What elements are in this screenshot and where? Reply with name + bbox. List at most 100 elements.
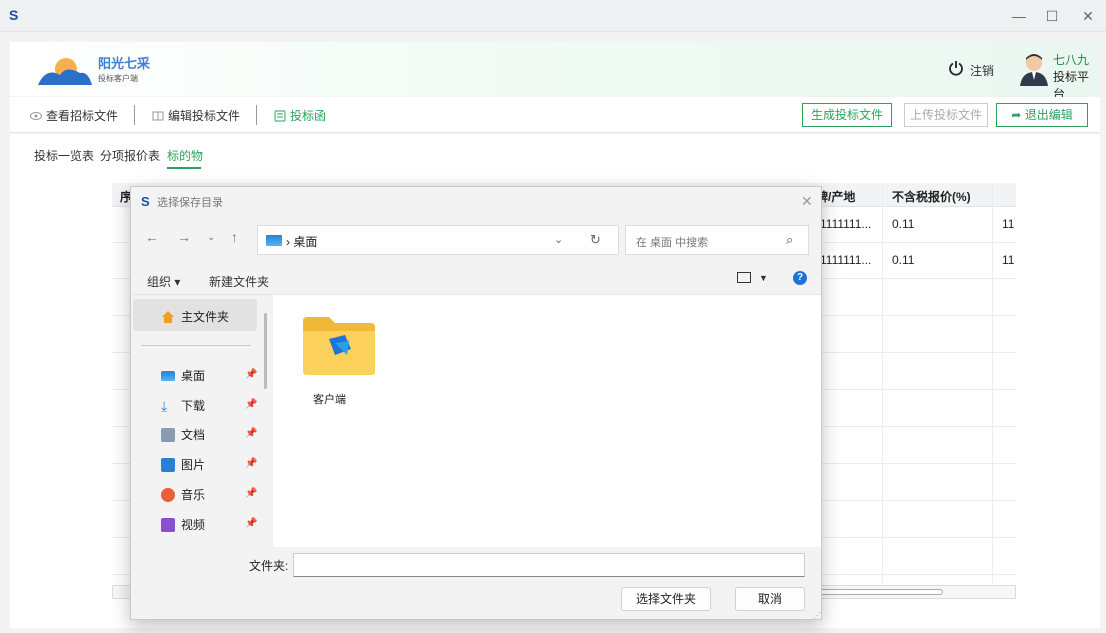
desktop-folder-icon: [266, 235, 282, 246]
document-icon: [161, 427, 175, 442]
pin-icon[interactable]: 📌: [245, 369, 257, 380]
pin-icon[interactable]: 📌: [245, 399, 257, 410]
nav-item-pictures[interactable]: 图片: [161, 456, 205, 473]
folder-name-input[interactable]: [293, 553, 805, 577]
nav-item-label: 桌面: [181, 369, 206, 383]
maximize-button[interactable]: ☐: [1042, 6, 1062, 26]
exit-edit-label: 退出编辑: [1024, 108, 1073, 122]
avatar[interactable]: [1018, 52, 1050, 86]
upload-bid-file-button[interactable]: 上传投标文件: [904, 103, 988, 127]
nav-item-music[interactable]: 音乐: [161, 486, 205, 503]
organize-menu[interactable]: 组织 ▾: [147, 273, 180, 290]
table-cell: 1111111...: [820, 217, 872, 231]
tab-itemized-quote[interactable]: 分项报价表: [100, 147, 160, 164]
tab-view-tender-file[interactable]: 查看招标文件: [30, 107, 118, 124]
nav-item-desktop[interactable]: 桌面: [161, 367, 205, 384]
address-current: 桌面: [293, 235, 318, 249]
folder-icon[interactable]: [301, 315, 377, 377]
dialog-title: 选择保存目录: [157, 197, 223, 209]
brand-name: 阳光七采: [98, 56, 151, 71]
folder-field-label: 文件夹:: [249, 559, 289, 573]
nav-item-downloads[interactable]: ⤓ 下载: [161, 397, 205, 414]
table-cell: 1111111...: [820, 253, 872, 267]
user-name: 七八九: [1053, 53, 1090, 67]
folder-name[interactable]: 客户端: [313, 391, 346, 407]
pin-icon[interactable]: 📌: [245, 518, 257, 529]
table-cell: 11: [1002, 217, 1015, 231]
resize-grip-icon[interactable]: ⋰: [813, 611, 821, 620]
select-folder-button[interactable]: 选择文件夹: [621, 587, 711, 611]
navigation-pane: 主文件夹 桌面 📌 ⤓ 下载 📌 文档 📌 图片 📌 音乐 📌 视频 📌: [131, 295, 263, 545]
tab-subject-matter[interactable]: 标的物: [167, 147, 203, 164]
book-icon: [152, 111, 164, 120]
title-bar: S — ☐ ✕: [0, 0, 1106, 32]
dialog-close-icon[interactable]: ✕: [801, 193, 813, 210]
download-icon: ⤓: [161, 397, 168, 414]
music-icon: [161, 487, 175, 502]
search-icon: ⌕: [786, 232, 794, 247]
logout-link[interactable]: 注销: [970, 62, 994, 79]
search-input[interactable]: 在 桌面 中搜索 ⌕: [625, 225, 809, 255]
select-folder-dialog: S 选择保存目录 ✕ ← → ⌄ ↑ › 桌面 ⌄ ↻ 在 桌面 中搜索 ⌕ 组…: [130, 186, 822, 620]
nav-item-label: 图片: [181, 458, 206, 472]
address-bar[interactable]: › 桌面 ⌄ ↻: [257, 225, 619, 255]
new-folder-button[interactable]: 新建文件夹: [209, 273, 269, 290]
table-cell: 0.11: [892, 217, 915, 231]
dialog-title-bar: S 选择保存目录 ✕: [131, 187, 821, 215]
table-cell: 11: [1002, 253, 1015, 267]
nav-scrollbar[interactable]: [264, 313, 267, 389]
pin-icon[interactable]: 📌: [245, 428, 257, 439]
eye-icon: [30, 111, 42, 120]
address-path: › 桌面: [286, 235, 318, 249]
back-arrow-icon: ➦: [1011, 108, 1025, 122]
refresh-icon[interactable]: ↻: [590, 232, 601, 248]
pin-icon[interactable]: 📌: [245, 488, 257, 499]
table-cell: 0.11: [892, 253, 915, 267]
nav-item-label: 下载: [181, 399, 206, 413]
active-tab-indicator: [167, 167, 201, 169]
search-placeholder: 在 桌面 中搜索: [636, 237, 709, 249]
command-bar: 组织 ▾ 新建文件夹 ▼ ?: [131, 261, 821, 295]
sub-tabs: 投标一览表 分项报价表 标的物: [10, 134, 1100, 178]
desktop-icon: [161, 370, 175, 381]
caret-down-icon[interactable]: ▼: [759, 273, 768, 283]
tab-label: 查看招标文件: [46, 109, 119, 123]
up-arrow-icon[interactable]: ↑: [231, 229, 238, 245]
nav-item-label: 音乐: [181, 488, 206, 502]
close-button[interactable]: ✕: [1078, 6, 1098, 26]
tab-label: 投标函: [290, 109, 327, 123]
minimize-button[interactable]: —: [1009, 6, 1029, 26]
back-arrow-icon[interactable]: ←: [145, 229, 159, 245]
tab-bid-summary[interactable]: 投标一览表: [34, 147, 94, 164]
navigation-row: ← → ⌄ ↑ › 桌面 ⌄ ↻ 在 桌面 中搜索 ⌕: [131, 221, 821, 255]
nav-item-videos[interactable]: 视频: [161, 516, 205, 533]
tab-bid-letter[interactable]: 投标函: [274, 107, 326, 124]
help-icon[interactable]: ?: [793, 271, 807, 285]
nav-item-home[interactable]: 主文件夹: [161, 308, 229, 325]
divider: [134, 105, 135, 125]
view-icon[interactable]: [737, 272, 751, 283]
nav-item-documents[interactable]: 文档: [161, 426, 205, 443]
nav-divider: [141, 345, 251, 346]
power-icon[interactable]: [948, 60, 964, 76]
forward-arrow-icon[interactable]: →: [177, 229, 191, 245]
brand-subtitle: 投标客户端: [98, 74, 138, 83]
app-icon: S: [141, 194, 150, 209]
nav-item-label: 文档: [181, 428, 206, 442]
chevron-down-icon[interactable]: ⌄: [554, 233, 563, 246]
pictures-icon: [161, 457, 175, 472]
column-header: 不含税报价(%): [892, 190, 971, 204]
filename-row: 文件夹:: [131, 547, 821, 579]
tab-label: 编辑投标文件: [168, 109, 241, 123]
pin-icon[interactable]: 📌: [245, 458, 257, 469]
video-icon: [161, 517, 175, 532]
nav-item-label: 主文件夹: [181, 310, 230, 324]
divider: [256, 105, 257, 125]
chevron-down-icon[interactable]: ⌄: [207, 232, 215, 243]
nav-item-label: 视频: [181, 518, 206, 532]
tab-edit-bid-file[interactable]: 编辑投标文件: [152, 107, 240, 124]
home-icon: [162, 310, 174, 323]
generate-bid-file-button[interactable]: 生成投标文件: [802, 103, 892, 127]
exit-edit-button[interactable]: ➦ 退出编辑: [996, 103, 1088, 127]
cancel-button[interactable]: 取消: [735, 587, 805, 611]
